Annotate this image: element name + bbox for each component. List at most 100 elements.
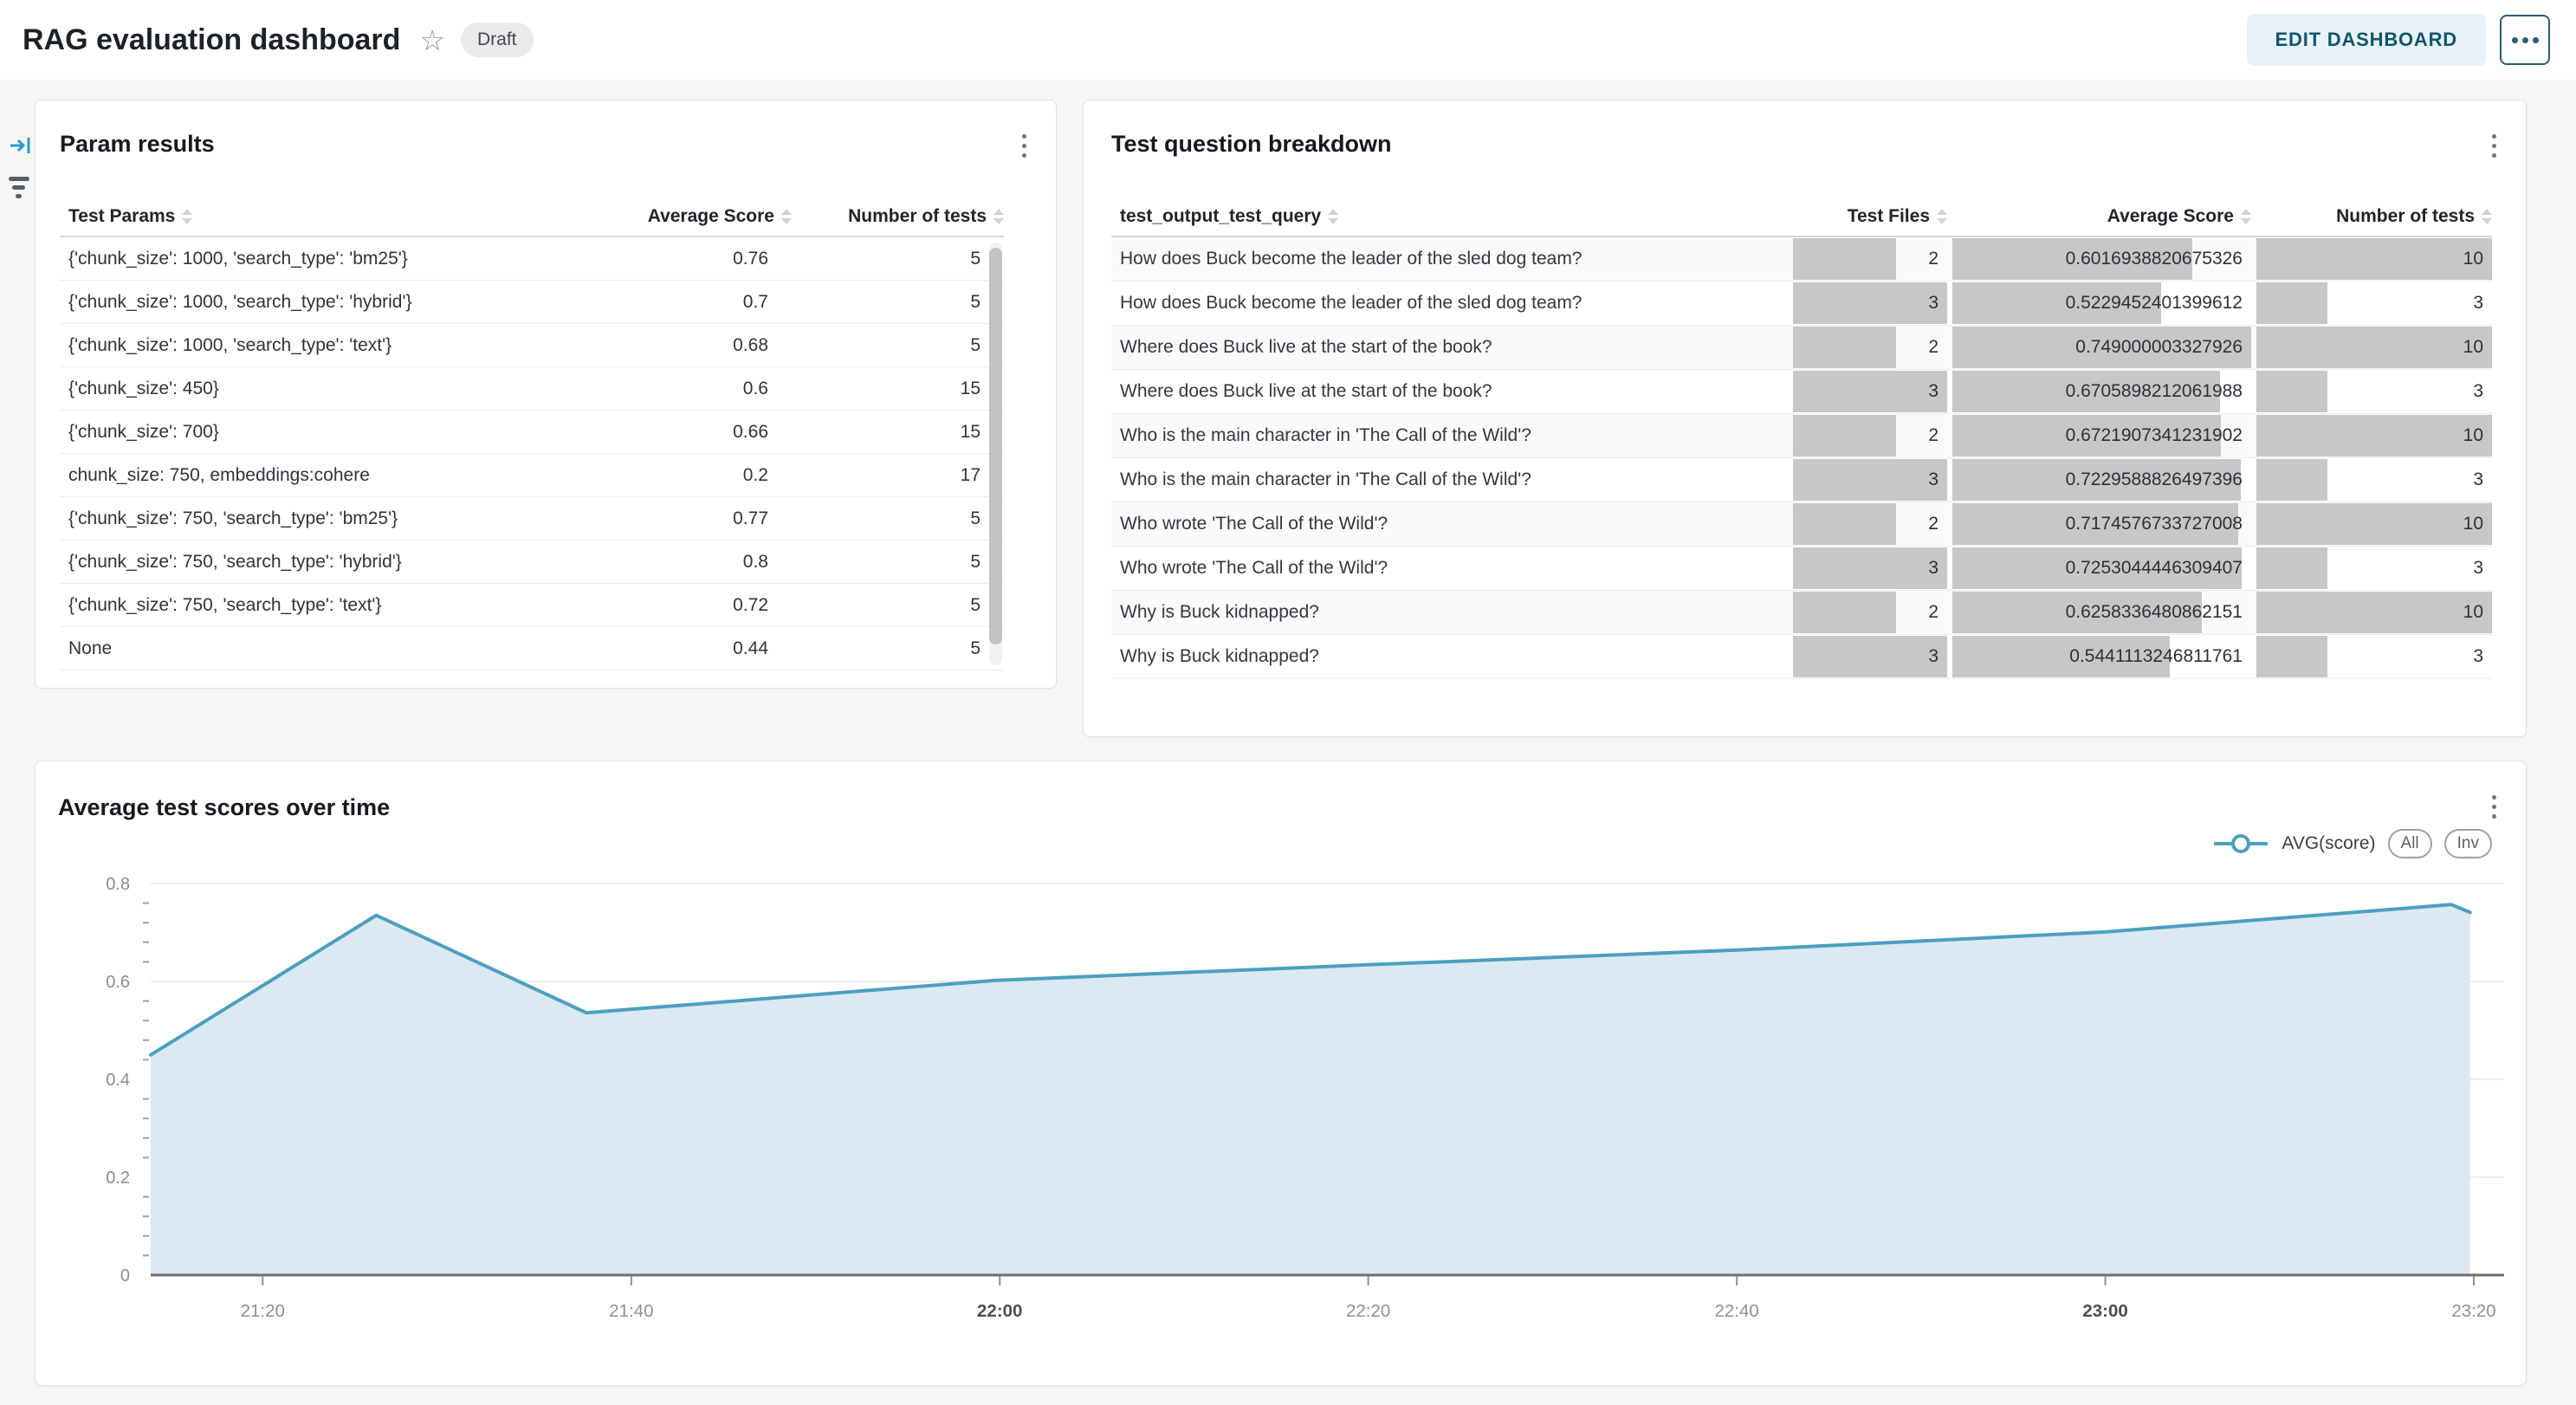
cell-number-of-tests: 15 <box>792 379 1004 399</box>
cell-number-of-tests: 5 <box>792 292 1004 313</box>
cell-average-score: 0.6016938820675326 <box>1952 237 2251 281</box>
cell-average-score: 0.44 <box>566 638 792 659</box>
cell-number-of-tests: 5 <box>792 552 1004 573</box>
cell-test-params: {'chunk_size': 750, 'search_type': 'hybr… <box>60 552 566 573</box>
column-header-test-params[interactable]: Test Params <box>60 206 566 227</box>
legend-all-button[interactable]: All <box>2388 829 2432 858</box>
svg-text:21:20: 21:20 <box>241 1301 285 1321</box>
cell-test-query: Where does Buck live at the start of the… <box>1111 337 1788 358</box>
svg-text:0.2: 0.2 <box>106 1169 130 1188</box>
table-row: Where does Buck live at the start of the… <box>1111 326 2492 370</box>
data-bar <box>1793 282 1947 324</box>
line-series-icon <box>2212 832 2269 855</box>
sort-icon <box>781 209 792 224</box>
cell-test-query: Where does Buck live at the start of the… <box>1111 381 1788 402</box>
cell-value: 3 <box>1928 558 1938 579</box>
column-header-average-score[interactable]: Average Score <box>1952 206 2251 227</box>
data-bar <box>1793 547 1947 589</box>
arrow-to-bar-icon <box>9 133 33 158</box>
cell-value: 0.5229452401399612 <box>2066 293 2243 314</box>
cell-test-query: Who is the main character in 'The Call o… <box>1111 469 1788 490</box>
more-options-button[interactable] <box>2500 15 2550 65</box>
table-row: Who wrote 'The Call of the Wild'? 2 0.7174… <box>1111 502 2492 547</box>
collapse-panel-icon[interactable] <box>9 133 33 160</box>
cell-test-params: {'chunk_size': 1000, 'search_type': 'tex… <box>60 335 566 356</box>
cell-value: 10 <box>2463 425 2483 446</box>
time-series-chart[interactable]: 00.20.40.60.821:2021:4022:0022:2022:4023… <box>36 870 2527 1387</box>
column-header-test-files[interactable]: Test Files <box>1793 206 1947 227</box>
cell-test-params: None <box>60 638 566 659</box>
svg-text:21:40: 21:40 <box>609 1301 653 1321</box>
sort-icon <box>182 209 192 224</box>
column-header-number-of-tests[interactable]: Number of tests <box>792 206 1004 227</box>
table-row: None0.445 <box>60 627 1004 670</box>
table-row: {'chunk_size': 750, 'search_type': 'hybr… <box>60 541 1004 584</box>
cell-test-query: Why is Buck kidnapped? <box>1111 602 1788 623</box>
legend-inv-button[interactable]: Inv <box>2444 829 2492 858</box>
star-icon[interactable]: ☆ <box>419 26 445 55</box>
cell-number-of-tests: 15 <box>792 422 1004 443</box>
question-breakdown-table-body: How does Buck become the leader of the s… <box>1111 237 2492 679</box>
table-row: {'chunk_size': 700}0.6615 <box>60 411 1004 454</box>
ellipsis-icon <box>2512 37 2539 43</box>
cell-value: 3 <box>2473 558 2483 579</box>
column-header-test-query[interactable]: test_output_test_query <box>1111 206 1788 227</box>
cell-average-score: 0.6721907341231902 <box>1952 414 2251 457</box>
kebab-menu-icon[interactable] <box>1011 126 1037 165</box>
data-bar <box>1793 371 1947 412</box>
table-row: Why is Buck kidnapped?20.625833648086215… <box>1111 591 2492 635</box>
data-bar <box>2256 327 2492 368</box>
cell-value: 10 <box>2463 249 2483 269</box>
cell-value: 2 <box>1928 514 1938 534</box>
kebab-menu-icon[interactable] <box>2481 126 2507 165</box>
filter-icon[interactable] <box>9 175 33 204</box>
card-title: Average test scores over time <box>58 793 390 822</box>
cell-value: 0.5441113246811761 <box>2069 646 2243 667</box>
cell-average-score: 0.2 <box>566 465 792 486</box>
cell-test-params: {'chunk_size': 750, 'search_type': 'bm25… <box>60 508 566 529</box>
data-bar <box>2256 459 2327 501</box>
table-row: Who wrote 'The Call of the Wild'?30.7253… <box>1111 547 2492 591</box>
table-row: {'chunk_size': 450}0.615 <box>60 367 1004 411</box>
cell-value: 2 <box>1928 249 1938 269</box>
sort-icon <box>2241 209 2251 224</box>
cell-test-query: Who wrote 'The Call of the Wild'? <box>1111 514 1788 534</box>
top-bar: RAG evaluation dashboard ☆ Draft EDIT DA… <box>0 0 2576 80</box>
cell-average-score: 0.749000003327926 <box>1952 326 2251 369</box>
question-breakdown-card: Test question breakdown test_output_test… <box>1083 100 2527 737</box>
dashboard-canvas: Param results Test Params Average Score … <box>0 80 2576 1405</box>
cell-test-files: 2 <box>1793 237 1947 281</box>
cell-test-files: 3 <box>1793 635 1947 678</box>
cell-value: 3 <box>1928 381 1938 402</box>
cell-value: 3 <box>2473 381 2483 402</box>
data-bar <box>1793 636 1947 677</box>
vertical-scrollbar[interactable] <box>989 243 1002 665</box>
column-header-number-of-tests[interactable]: Number of tests <box>2256 206 2492 227</box>
cell-value: 10 <box>2463 602 2483 623</box>
table-header: test_output_test_query Test Files Averag… <box>1111 197 2492 237</box>
card-title: Test question breakdown <box>1111 130 2492 159</box>
kebab-menu-icon[interactable] <box>2481 787 2507 826</box>
cell-test-files: 2 <box>1793 326 1947 369</box>
table-row: How does Buck become the leader of the s… <box>1111 237 2492 282</box>
scrollbar-thumb[interactable] <box>989 248 1002 644</box>
cell-number-of-tests: 5 <box>792 335 1004 356</box>
cell-average-score: 0.5441113246811761 <box>1952 635 2251 678</box>
cell-average-score: 0.68 <box>566 335 792 356</box>
table-row: Who is the main character in 'The Call o… <box>1111 458 2492 502</box>
data-bar <box>2256 415 2492 456</box>
status-badge: Draft <box>461 23 534 57</box>
table-row: Where does Buck live at the start of the… <box>1111 370 2492 414</box>
scores-chart-card: Average test scores over time AVG(score)… <box>35 761 2527 1386</box>
cell-average-score: 0.7 <box>566 292 792 313</box>
cell-value: 0.749000003327926 <box>2075 337 2243 358</box>
cell-test-files: 2 <box>1793 414 1947 457</box>
edit-dashboard-button[interactable]: EDIT DASHBOARD <box>2247 14 2486 66</box>
cell-number-of-tests: 17 <box>792 465 1004 486</box>
data-bar <box>2256 282 2327 324</box>
column-header-average-score[interactable]: Average Score <box>566 206 792 227</box>
cell-value: 0.7229588826497396 <box>2066 469 2243 490</box>
cell-average-score: 0.7174576733727008 <box>1952 502 2251 546</box>
cell-value: 2 <box>1928 602 1938 623</box>
param-results-table-body: {'chunk_size': 1000, 'search_type': 'bm2… <box>60 237 1004 670</box>
